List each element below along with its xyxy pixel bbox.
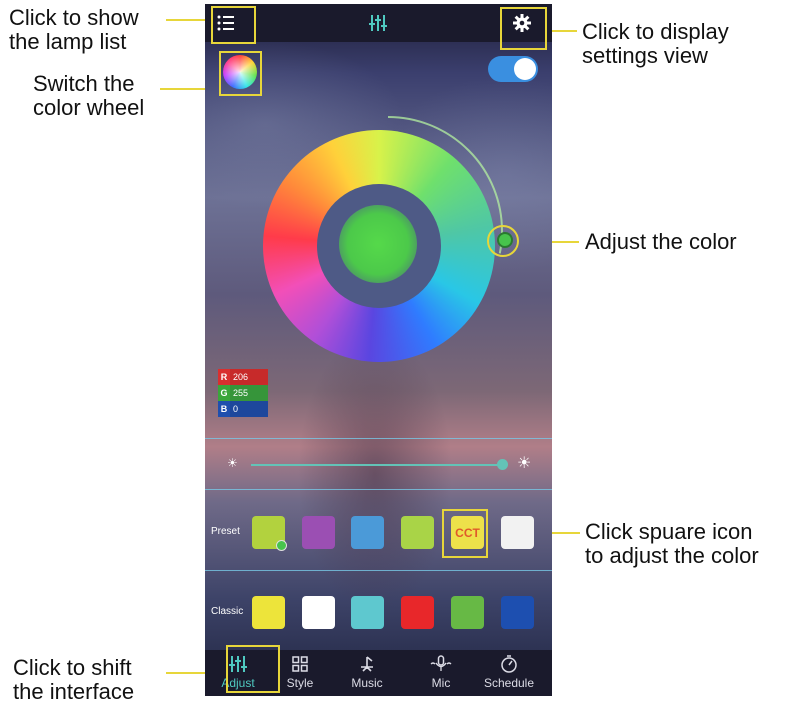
- rgb-readout: R 206 G 255 B 0: [218, 369, 268, 417]
- highlight-settings: [500, 7, 547, 50]
- preset-swatch[interactable]: [302, 516, 335, 549]
- classic-swatch[interactable]: [252, 596, 285, 629]
- annotation-shift-interface: Click to shift the interface: [13, 655, 135, 704]
- classic-swatch[interactable]: [451, 596, 484, 629]
- toggle-knob: [514, 58, 536, 80]
- rgb-row-b: B 0: [218, 401, 268, 417]
- tab-label: Schedule: [483, 676, 535, 690]
- rgb-key-b: B: [220, 404, 228, 414]
- timer-icon: [501, 655, 517, 673]
- divider: [205, 489, 552, 490]
- annotation-adjust-color: Adjust the color: [585, 229, 737, 254]
- annotation-color-wheel: Switch the color wheel: [33, 71, 145, 120]
- rgb-value-r: 206: [230, 369, 268, 385]
- preset-swatch[interactable]: [401, 516, 434, 549]
- classic-swatch[interactable]: [501, 596, 534, 629]
- classic-swatch[interactable]: [351, 596, 384, 629]
- preset-swatch[interactable]: [351, 516, 384, 549]
- divider: [205, 570, 552, 571]
- classic-swatch[interactable]: [302, 596, 335, 629]
- classic-swatch[interactable]: [401, 596, 434, 629]
- highlight-adjust-tab: [226, 645, 280, 693]
- brightness-high-icon: ☀: [517, 455, 532, 472]
- brightness-low-icon: ☀: [227, 456, 238, 470]
- tab-label: Style: [286, 676, 314, 690]
- tab-music[interactable]: Music: [338, 650, 396, 696]
- preset-swatch[interactable]: [501, 516, 534, 549]
- highlight-color-handle: [487, 225, 519, 257]
- phone-screen: R 206 G 255 B 0 ☀ ☀ Preset CCT Classic A…: [205, 4, 552, 696]
- power-toggle[interactable]: [488, 56, 538, 82]
- preset-label: Preset: [211, 526, 240, 537]
- divider: [205, 438, 552, 439]
- mic-icon: [430, 655, 452, 671]
- music-icon: [361, 656, 373, 672]
- rgb-value-b: 0: [230, 401, 268, 417]
- tab-mic[interactable]: Mic: [412, 650, 470, 696]
- highlight-lamp-list: [211, 6, 256, 44]
- rgb-value-g: 255: [230, 385, 268, 401]
- sliders-icon: [368, 13, 388, 33]
- rgb-row-g: G 255: [218, 385, 268, 401]
- rgb-key-r: R: [220, 372, 228, 382]
- brightness-slider-thumb[interactable]: [497, 459, 508, 470]
- preset-swatch[interactable]: [252, 516, 287, 551]
- selected-color-preview: [339, 205, 417, 283]
- highlight-color-wheel-switch: [219, 51, 262, 96]
- annotation-lamp-list: Click to show the lamp list: [9, 5, 139, 54]
- annotation-settings: Click to display settings view: [582, 19, 729, 68]
- tab-label: Music: [351, 676, 383, 690]
- rgb-row-r: R 206: [218, 369, 268, 385]
- annotation-square-icon: Click spuare icon to adjust the color: [585, 519, 759, 568]
- highlight-cct: [442, 509, 488, 558]
- tab-schedule[interactable]: Schedule: [473, 650, 545, 696]
- classic-label: Classic: [211, 606, 244, 617]
- tab-label: Mic: [431, 676, 451, 690]
- selected-indicator: [276, 540, 287, 551]
- brightness-slider[interactable]: [251, 464, 501, 466]
- grid-icon: [292, 656, 308, 672]
- rgb-key-g: G: [220, 388, 228, 398]
